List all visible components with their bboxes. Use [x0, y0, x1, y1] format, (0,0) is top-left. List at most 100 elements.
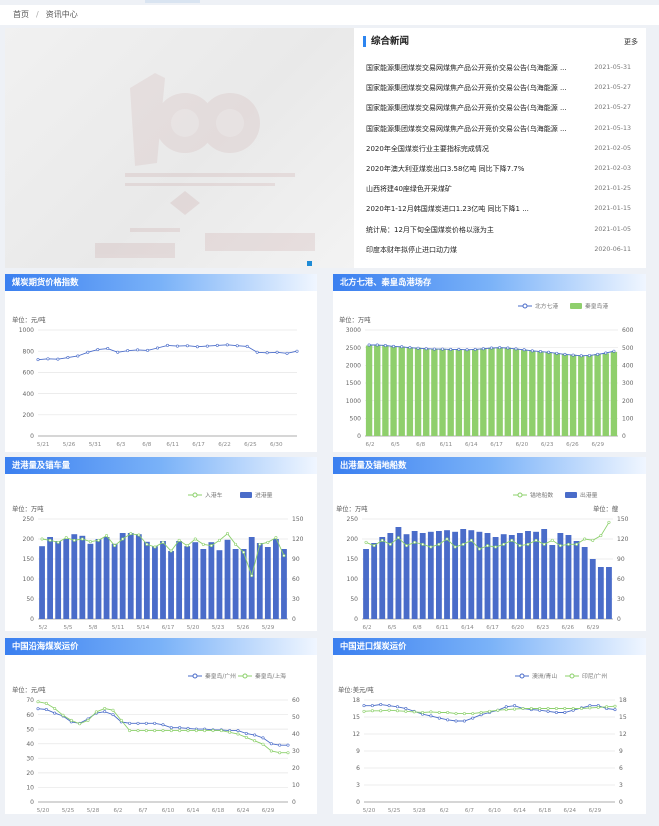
data-point — [269, 742, 273, 746]
bar — [39, 546, 45, 619]
legend-label: 出港量 — [580, 491, 598, 499]
news-item[interactable]: 国家能源集团煤炭交易网煤焦产品公开竞价交易公告(乌海能源 ... 2021-05-… — [366, 58, 631, 78]
x-tick-label: 6/3 — [116, 442, 125, 448]
bar — [480, 348, 487, 436]
x-tick-label: 6/14 — [513, 808, 526, 814]
data-point — [128, 721, 132, 725]
data-point — [161, 540, 165, 544]
legend-marker — [519, 673, 525, 679]
data-point — [53, 711, 57, 715]
news-item[interactable]: 印度本财年拟停止进口动力煤 2020-06-11 — [366, 240, 631, 260]
bar — [382, 345, 389, 436]
y2-tick-label: 200 — [622, 398, 634, 405]
data-point — [169, 729, 173, 733]
y-tick-label: 3000 — [346, 327, 361, 334]
y2-tick-label: 0 — [622, 433, 626, 440]
x-tick-label: 6/10 — [162, 808, 175, 814]
news-item[interactable]: 统计局：12月下旬全国煤炭价格以涨为主 2021-01-05 — [366, 220, 631, 240]
news-item-title[interactable]: 印度本财年拟停止进口动力煤 — [366, 240, 566, 260]
bar — [439, 348, 446, 436]
data-point — [387, 708, 391, 712]
news-item[interactable]: 2020年澳大利亚煤炭出口3.58亿吨 同比下降7.7% 2021-02-03 — [366, 159, 631, 179]
news-item-title[interactable]: 2020年全国煤炭行业主要指标完成情况 — [366, 139, 566, 159]
x-tick-label: 6/7 — [138, 808, 147, 814]
news-item-date: 2021-01-05 — [594, 225, 631, 233]
data-point — [558, 544, 562, 548]
data-point — [364, 540, 368, 544]
banner-carousel[interactable] — [5, 28, 354, 268]
data-point — [563, 706, 567, 710]
news-item-date: 2021-01-15 — [594, 205, 631, 213]
bar — [460, 529, 467, 619]
data-point — [209, 544, 213, 548]
news-item-title[interactable]: 国家能源集团煤炭交易网煤焦产品公开竞价交易公告(乌海能源 ... — [366, 119, 566, 139]
panel-outbound-volume: 出港量及锚地船数 单位：万吨 单位：艘 0 50 100 150 200 250 0 30 60 90… — [333, 457, 646, 631]
x-tick-label: 6/11 — [166, 442, 179, 448]
y2-tick-label: 0 — [617, 616, 621, 623]
data-point — [529, 706, 533, 710]
news-list: 国家能源集团煤炭交易网煤焦产品公开竞价交易公告(乌海能源 ... 2021-05-… — [366, 58, 631, 260]
breadcrumb-home[interactable]: 首页 — [13, 10, 29, 19]
news-more-link[interactable]: 更多 — [624, 35, 638, 49]
data-point — [111, 708, 115, 712]
data-point — [234, 542, 238, 546]
bar — [471, 349, 479, 436]
news-item-date: 2021-05-13 — [594, 124, 631, 132]
news-item-title[interactable]: 国家能源集团煤炭交易网煤焦产品公开竞价交易公告(乌海能源 ... — [366, 78, 566, 98]
y-axis-label: 单位：万吨 — [12, 504, 44, 513]
x-tick-label: 6/17 — [486, 625, 499, 631]
y2-tick-label: 40 — [292, 731, 300, 738]
bar — [602, 353, 609, 436]
data-point — [362, 709, 366, 713]
bar — [431, 348, 438, 436]
y2-tick-label: 150 — [292, 516, 304, 523]
data-point — [226, 532, 230, 536]
news-item[interactable]: 2020年1-12月韩国煤炭进口1.23亿吨 同比下降1 ... 2021-01-… — [366, 199, 631, 219]
y2-tick-label: 15 — [619, 714, 627, 721]
x-tick-label: 6/14 — [187, 808, 200, 814]
news-item-title[interactable]: 2020年澳大利亚煤炭出口3.58亿吨 同比下降7.7% — [366, 159, 566, 179]
carousel-indicator[interactable] — [307, 261, 312, 266]
data-point — [194, 729, 198, 733]
legend-swatch — [565, 492, 577, 498]
news-item-title[interactable]: 统计局：12月下旬全国煤炭价格以涨为主 — [366, 220, 566, 240]
panel-coal-futures-index: 煤炭期货价格指数 单位：元/吨 0 200 400 600 800 1000 5/21 5/26… — [5, 274, 317, 452]
data-point — [429, 714, 433, 718]
news-item[interactable]: 国家能源集团煤炭交易网煤焦产品公开竞价交易公告(乌海能源 ... 2021-05-… — [366, 78, 631, 98]
data-point — [53, 706, 57, 710]
news-item[interactable]: 国家能源集团煤炭交易网煤焦产品公开竞价交易公告(乌海能源 ... 2021-05-… — [366, 98, 631, 118]
legend-label: 澳洲/青山 — [532, 672, 557, 680]
x-tick-label: 6/23 — [541, 442, 554, 448]
data-point — [146, 348, 150, 352]
legend-label: 进港量 — [255, 491, 273, 499]
data-point — [490, 346, 494, 350]
news-item-title[interactable]: 国家能源集团煤炭交易网煤焦产品公开竞价交易公告(乌海能源 ... — [366, 58, 566, 78]
panel-title: 进港量及锚车量 — [5, 457, 317, 474]
y-tick-label: 50 — [350, 596, 358, 603]
x-tick-label: 6/29 — [262, 808, 275, 814]
data-point — [370, 709, 374, 713]
data-point — [153, 729, 157, 733]
data-point — [242, 550, 246, 554]
news-item[interactable]: 国家能源集团煤炭交易网煤焦产品公开竞价交易公告(乌海能源 ... 2021-05-… — [366, 119, 631, 139]
data-point — [225, 343, 229, 347]
news-item-title[interactable]: 山西将建40座绿色开采煤矿 — [366, 179, 566, 199]
y-tick-label: 60 — [26, 712, 34, 719]
chart-import-freight: 单位:美元/吨 0 3 6 9 12 15 18 0 3 6 9 12 15 18 5/20 5/25 5/28 6… — [338, 672, 627, 814]
data-point — [469, 538, 473, 542]
data-point — [119, 718, 123, 722]
bar — [135, 534, 142, 619]
data-point — [46, 357, 50, 361]
bar — [200, 549, 207, 619]
news-item-title[interactable]: 2020年1-12月韩国煤炭进口1.23亿吨 同比下降1 ... — [366, 199, 566, 219]
data-point — [479, 710, 483, 714]
y-tick-label: 1500 — [346, 380, 361, 387]
series-line — [37, 701, 288, 754]
data-point — [400, 345, 404, 349]
news-item-title[interactable]: 国家能源集团煤炭交易网煤焦产品公开竞价交易公告(乌海能源 ... — [366, 98, 566, 118]
data-point — [486, 544, 490, 548]
data-point — [596, 705, 600, 709]
news-item[interactable]: 2020年全国煤炭行业主要指标完成情况 2021-02-05 — [366, 139, 631, 159]
news-item[interactable]: 山西将建40座绿色开采煤矿 2021-01-25 — [366, 179, 631, 199]
bar — [565, 535, 572, 619]
